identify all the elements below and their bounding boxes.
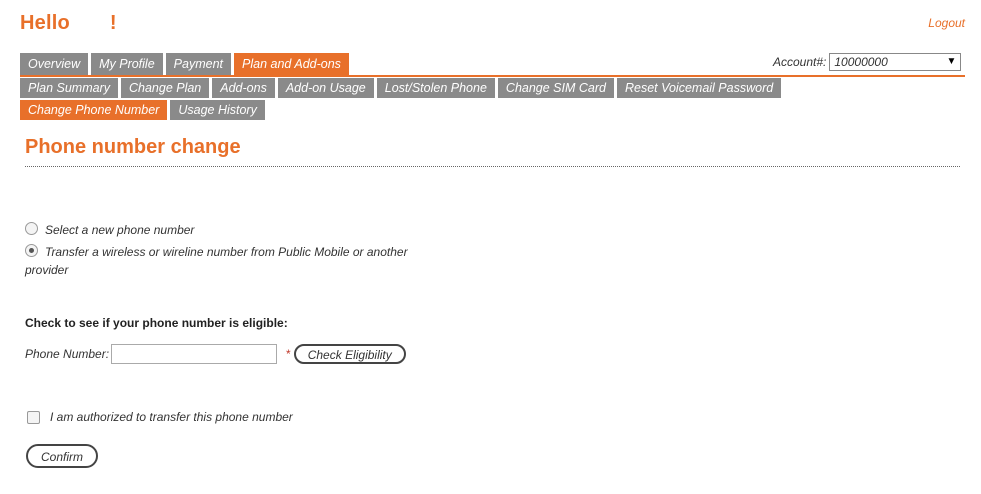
title-divider [25,166,960,167]
logout-link[interactable]: Logout [928,16,965,30]
tab-plan-and-add-ons[interactable]: Plan and Add-ons [234,53,349,75]
option-new-number[interactable]: Select a new phone number [25,221,194,239]
eligibility-heading: Check to see if your phone number is eli… [25,316,288,330]
account-label: Account#: [773,55,827,69]
secondary-tabs: Plan Summary Change Plan Add-ons Add-on … [20,78,920,120]
tab-add-on-usage[interactable]: Add-on Usage [277,78,374,98]
authorize-row[interactable]: I am authorized to transfer this phone n… [27,410,293,424]
tab-my-profile[interactable]: My Profile [91,53,163,75]
tab-plan-summary[interactable]: Plan Summary [20,78,118,98]
tab-change-plan[interactable]: Change Plan [120,78,210,98]
tab-add-ons[interactable]: Add-ons [212,78,275,98]
phone-number-input[interactable] [111,344,278,364]
radio-transfer-number[interactable] [25,244,38,257]
tab-change-phone-number[interactable]: Change Phone Number [20,100,168,120]
tab-change-sim-card[interactable]: Change SIM Card [497,78,614,98]
page-title: Phone number change [25,136,241,158]
tab-reset-voicemail-password[interactable]: Reset Voicemail Password [616,78,782,98]
option-transfer-label-line2: provider [25,263,69,277]
tab-payment[interactable]: Payment [165,53,232,75]
option-transfer-line1: Transfer a wireless or wireline number f… [25,243,408,261]
tab-lost-stolen-phone[interactable]: Lost/Stolen Phone [376,78,495,98]
greeting-text: Hello [20,12,70,34]
authorize-label: I am authorized to transfer this phone n… [50,410,293,424]
check-eligibility-button[interactable]: Check Eligibility [293,344,406,364]
radio-new-number[interactable] [25,222,38,235]
primary-tabs-underline [20,75,965,77]
required-marker: * [286,347,291,361]
tab-overview[interactable]: Overview [20,53,89,75]
option-transfer-number[interactable]: Transfer a wireless or wireline number f… [25,243,408,279]
account-select[interactable]: 10000000 ▼ [829,53,962,71]
option-new-number-label: Select a new phone number [45,223,195,237]
confirm-button[interactable]: Confirm [26,444,99,468]
option-transfer-label: Transfer a wireless or wireline number f… [45,245,408,259]
greeting: Hello! [20,12,117,35]
primary-tabs: Overview My Profile Payment Plan and Add… [20,53,349,75]
option-transfer-wrapper: Transfer a wireless or wireline number f… [25,243,408,279]
tab-usage-history[interactable]: Usage History [170,100,265,120]
phone-number-label: Phone Number: [25,347,110,361]
account-selected-value: 10000000 [834,55,888,69]
dropdown-arrow-icon: ▼ [946,56,957,67]
greeting-suffix: ! [109,12,117,34]
account-selector: Account#: 10000000 ▼ [773,53,962,71]
authorize-checkbox[interactable] [27,410,40,424]
phone-number-row: Phone Number: * Check Eligibility [25,344,406,364]
